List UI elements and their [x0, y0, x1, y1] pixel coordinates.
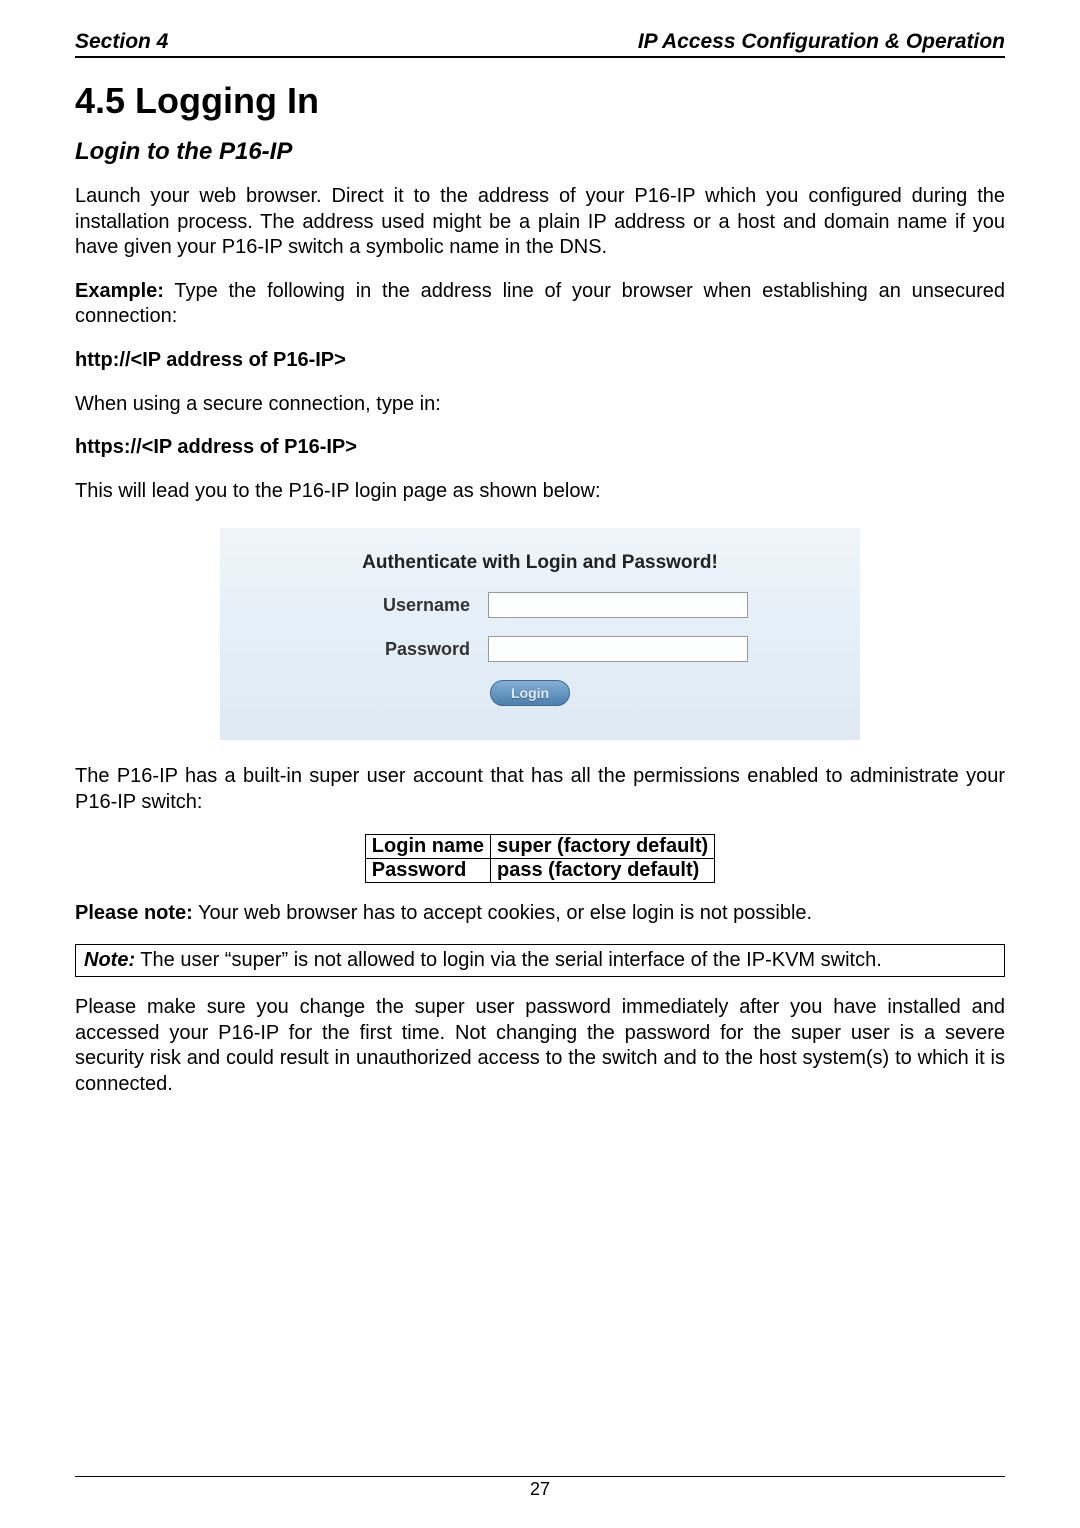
paragraph-example: Example: Type the following in the addre… — [75, 279, 1005, 330]
table-row: Login name super (factory default) — [365, 834, 714, 858]
example-label: Example: — [75, 280, 164, 302]
page-footer: 27 — [75, 1476, 1005, 1500]
password-label: Password — [250, 639, 488, 660]
lead-to-login: This will lead you to the P16-IP login p… — [75, 479, 1005, 505]
http-address-line: http://<IP address of P16-IP> — [75, 348, 1005, 374]
cred-login-label: Login name — [365, 834, 490, 858]
password-input[interactable] — [488, 636, 748, 662]
note-box: Note: The user “super” is not allowed to… — [75, 944, 1005, 977]
header-left: Section 4 — [75, 30, 168, 54]
page: Section 4 IP Access Configuration & Oper… — [0, 0, 1080, 1528]
example-text: Type the following in the address line o… — [75, 280, 1005, 328]
closing-paragraph: Please make sure you change the super us… — [75, 995, 1005, 1097]
note-text: The user “super” is not allowed to login… — [135, 949, 882, 971]
paragraph-intro: Launch your web browser. Direct it to th… — [75, 184, 1005, 261]
section-title: 4.5 Logging In — [75, 80, 1005, 122]
username-label: Username — [250, 595, 488, 616]
please-note-text: Your web browser has to accept cookies, … — [193, 902, 812, 924]
spacer — [75, 1116, 1005, 1477]
login-button-wrap: Login — [250, 680, 830, 706]
after-login-paragraph: The P16-IP has a built-in super user acc… — [75, 764, 1005, 815]
page-number: 27 — [530, 1479, 550, 1499]
auth-title: Authenticate with Login and Password! — [250, 552, 830, 574]
login-button[interactable]: Login — [490, 680, 570, 706]
subheading: Login to the P16-IP — [75, 138, 1005, 166]
username-row: Username — [250, 592, 830, 618]
page-header: Section 4 IP Access Configuration & Oper… — [75, 30, 1005, 58]
cred-password-label: Password — [365, 858, 490, 882]
note-label: Note: — [84, 949, 135, 971]
secure-intro: When using a secure connection, type in: — [75, 392, 1005, 418]
login-screenshot: Authenticate with Login and Password! Us… — [220, 528, 860, 740]
password-row: Password — [250, 636, 830, 662]
https-address-line: https://<IP address of P16-IP> — [75, 435, 1005, 461]
cred-password-value: pass (factory default) — [491, 858, 715, 882]
username-input[interactable] — [488, 592, 748, 618]
please-note-label: Please note: — [75, 902, 193, 924]
please-note-paragraph: Please note: Your web browser has to acc… — [75, 901, 1005, 927]
credentials-table: Login name super (factory default) Passw… — [365, 834, 715, 883]
header-right: IP Access Configuration & Operation — [638, 30, 1005, 54]
cred-login-value: super (factory default) — [491, 834, 715, 858]
table-row: Password pass (factory default) — [365, 858, 714, 882]
